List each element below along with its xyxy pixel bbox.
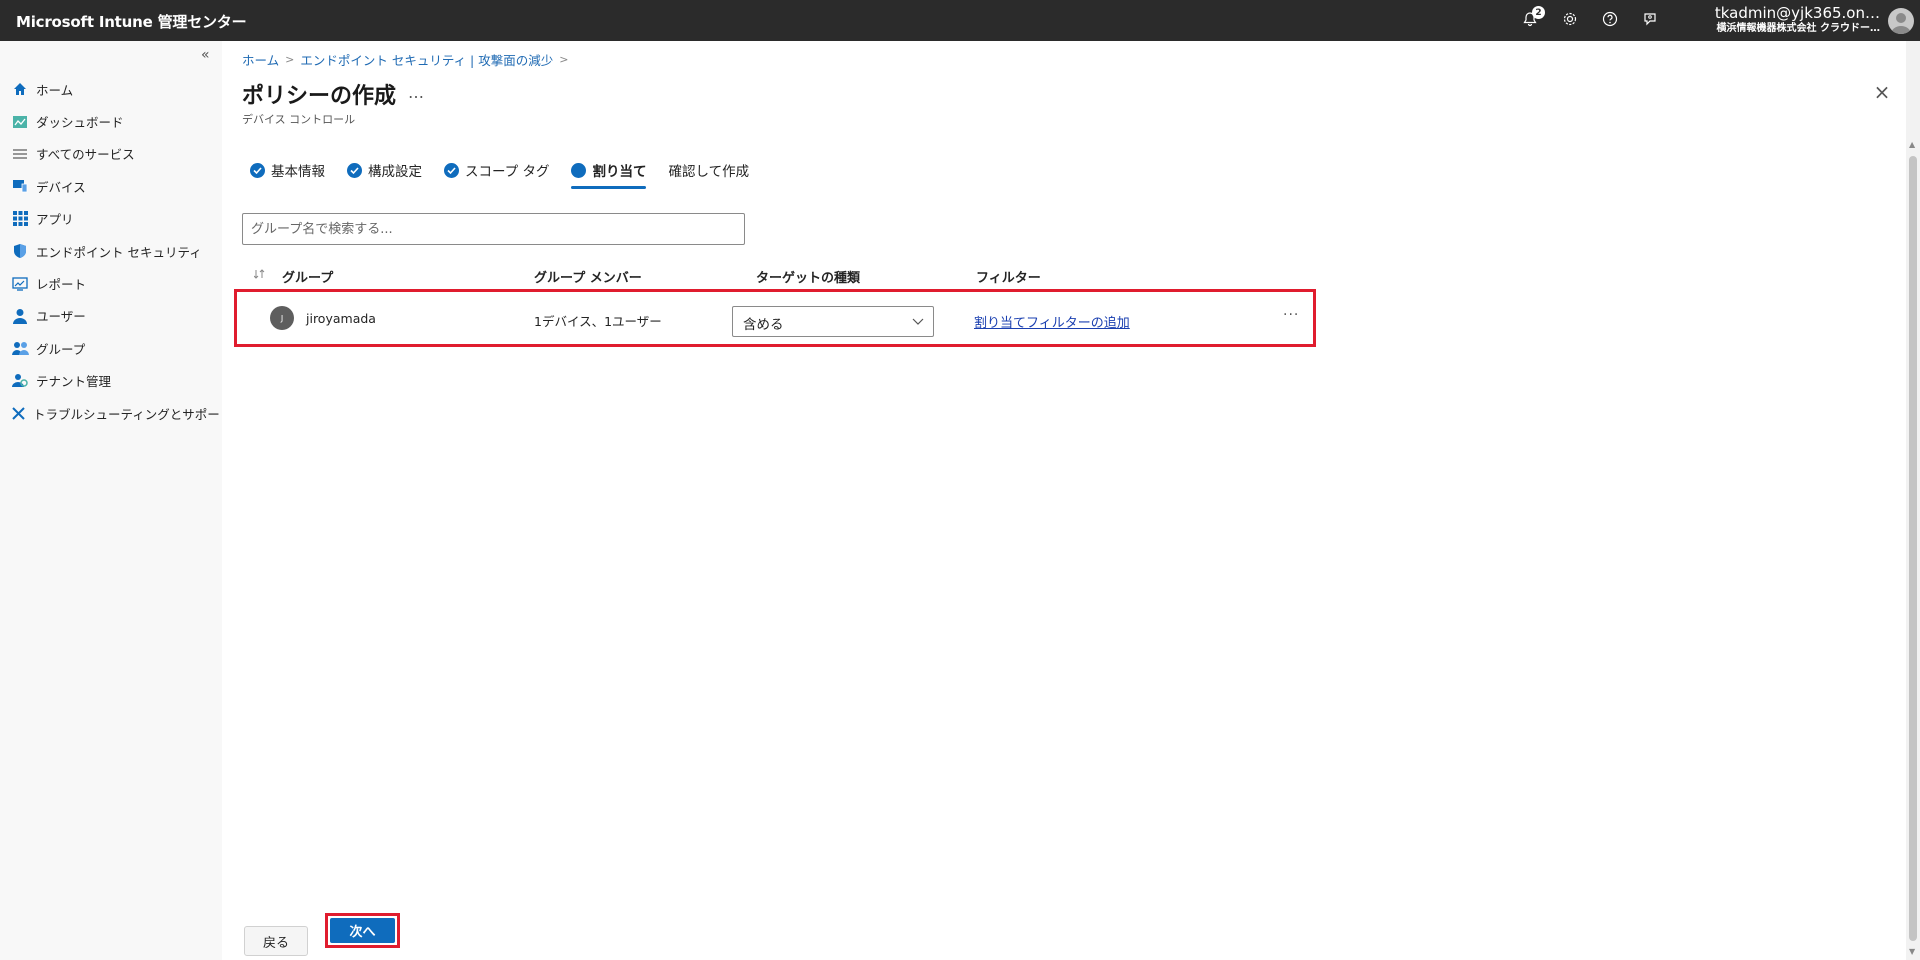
home-icon [11, 80, 29, 98]
account-org: 横浜情報機器株式会社 クラウドー… [1716, 23, 1880, 34]
notifications-button[interactable]: 2 [1510, 0, 1550, 41]
sidebar-item-all-services[interactable]: すべてのサービス [0, 138, 222, 170]
wizard-steps: 基本情報 構成設定 スコープ タグ 割り当て 確認して作成 [250, 153, 771, 189]
close-button[interactable]: × [1872, 82, 1892, 103]
help-button[interactable] [1590, 0, 1630, 41]
sidebar-item-label: グループ [36, 341, 86, 357]
back-button[interactable]: 戻る [244, 926, 308, 956]
step-label: 基本情報 [271, 164, 325, 180]
shield-icon [11, 242, 29, 260]
current-step-dot-icon [571, 162, 587, 178]
collapse-sidebar-button[interactable]: « [201, 47, 210, 63]
account-avatar[interactable] [1888, 8, 1914, 34]
sidebar-item-reports[interactable]: レポート [0, 267, 222, 299]
page-subtitle: デバイス コントロール [242, 113, 356, 126]
sidebar-item-dashboard[interactable]: ダッシュボード [0, 105, 222, 137]
notification-badge: 2 [1532, 6, 1545, 19]
check-circle-icon [347, 162, 362, 178]
scroll-thumb[interactable] [1909, 156, 1917, 941]
next-button[interactable]: 次へ [330, 918, 395, 943]
sidebar-item-label: トラブルシューティングとサポート [33, 406, 233, 422]
table-header: グループ グループ メンバー ターゲットの種類 フィルター [242, 263, 1342, 291]
step-label: 構成設定 [368, 164, 422, 180]
user-icon [11, 307, 29, 325]
sidebar-item-label: エンドポイント セキュリティ [36, 244, 202, 260]
sidebar-item-tenant-admin[interactable]: テナント管理 [0, 365, 222, 397]
account-email: tkadmin@yjk365.on… [1714, 4, 1880, 22]
breadcrumb-attack-surface[interactable]: エンドポイント セキュリティ | 攻撃面の減少 [300, 50, 553, 69]
sidebar-item-devices[interactable]: デバイス [0, 170, 222, 202]
sidebar-item-apps[interactable]: アプリ [0, 203, 222, 235]
sidebar-item-label: テナント管理 [36, 374, 112, 390]
step-label: 確認して作成 [668, 164, 750, 180]
sidebar-nav: ホーム ダッシュボード すべてのサービス デバイス アプリ エンドポイント セキ… [0, 73, 232, 429]
sidebar-item-label: レポート [36, 277, 87, 293]
feedback-button[interactable] [1630, 0, 1670, 41]
apps-grid-icon [11, 210, 29, 228]
breadcrumb-home[interactable]: ホーム [242, 50, 279, 69]
breadcrumb-separator: > [559, 53, 569, 66]
sidebar: « ホーム ダッシュボード すべてのサービス デバイス アプリ エンドポイント … [0, 41, 232, 960]
sidebar-item-endpoint-security[interactable]: エンドポイント セキュリティ [0, 235, 222, 267]
dashboard-icon [11, 113, 29, 131]
scroll-down-icon[interactable]: ▼ [1909, 947, 1915, 956]
sidebar-item-label: デバイス [36, 179, 86, 195]
top-icons: 2 [1510, 0, 1670, 41]
step-label: スコープ タグ [465, 164, 550, 180]
sidebar-item-label: すべてのサービス [36, 147, 135, 163]
sort-icon[interactable] [253, 269, 266, 282]
check-circle-icon [250, 162, 265, 178]
report-icon [11, 275, 29, 293]
sidebar-item-users[interactable]: ユーザー [0, 300, 222, 332]
sidebar-item-groups[interactable]: グループ [0, 332, 222, 364]
settings-button[interactable] [1550, 0, 1590, 41]
top-bar: Microsoft Intune 管理センター 2 tkadmin@yjk365… [0, 0, 1920, 41]
group-search-input[interactable] [242, 213, 745, 245]
highlight-outline [234, 289, 1316, 347]
help-icon [1602, 11, 1618, 31]
sidebar-item-troubleshooting[interactable]: トラブルシューティングとサポート [0, 397, 232, 429]
sidebar-item-label: アプリ [36, 212, 74, 228]
feedback-icon [1642, 11, 1658, 31]
scroll-up-icon[interactable]: ▲ [1909, 140, 1915, 149]
column-header-group[interactable]: グループ [282, 267, 333, 286]
column-header-filter[interactable]: フィルター [976, 267, 1041, 286]
list-icon [11, 145, 29, 163]
footer: 戻る [222, 911, 1920, 960]
sidebar-item-label: ダッシュボード [36, 115, 124, 131]
step-assignments[interactable]: 割り当て [571, 153, 647, 189]
step-basics[interactable]: 基本情報 [250, 153, 325, 187]
scrollbar[interactable]: ▲ ▼ [1906, 41, 1920, 960]
group-icon [11, 339, 29, 357]
gear-icon [1562, 11, 1578, 31]
breadcrumb: ホーム > エンドポイント セキュリティ | 攻撃面の減少 > [242, 50, 568, 69]
column-header-members[interactable]: グループ メンバー [534, 267, 642, 286]
sidebar-item-label: ホーム [36, 82, 74, 98]
main-content: ホーム > エンドポイント セキュリティ | 攻撃面の減少 > ポリシーの作成 … [222, 41, 1920, 960]
account-info[interactable]: tkadmin@yjk365.on… 横浜情報機器株式会社 クラウドー… [1715, 4, 1880, 36]
wrench-icon [11, 404, 26, 422]
step-review-create[interactable]: 確認して作成 [668, 153, 749, 187]
app-title[interactable]: Microsoft Intune 管理センター [16, 11, 247, 32]
column-header-target[interactable]: ターゲットの種類 [756, 267, 860, 286]
page-title: ポリシーの作成 [242, 84, 397, 109]
sidebar-item-label: ユーザー [36, 309, 86, 325]
step-scope-tags[interactable]: スコープ タグ [444, 153, 549, 187]
check-circle-icon [444, 162, 459, 178]
more-options-button[interactable]: … [408, 83, 424, 102]
step-label: 割り当て [592, 164, 647, 180]
device-icon [11, 177, 29, 195]
sidebar-item-home[interactable]: ホーム [0, 73, 222, 105]
step-configuration[interactable]: 構成設定 [347, 153, 422, 187]
tenant-icon [11, 372, 29, 390]
breadcrumb-separator: > [285, 53, 295, 66]
